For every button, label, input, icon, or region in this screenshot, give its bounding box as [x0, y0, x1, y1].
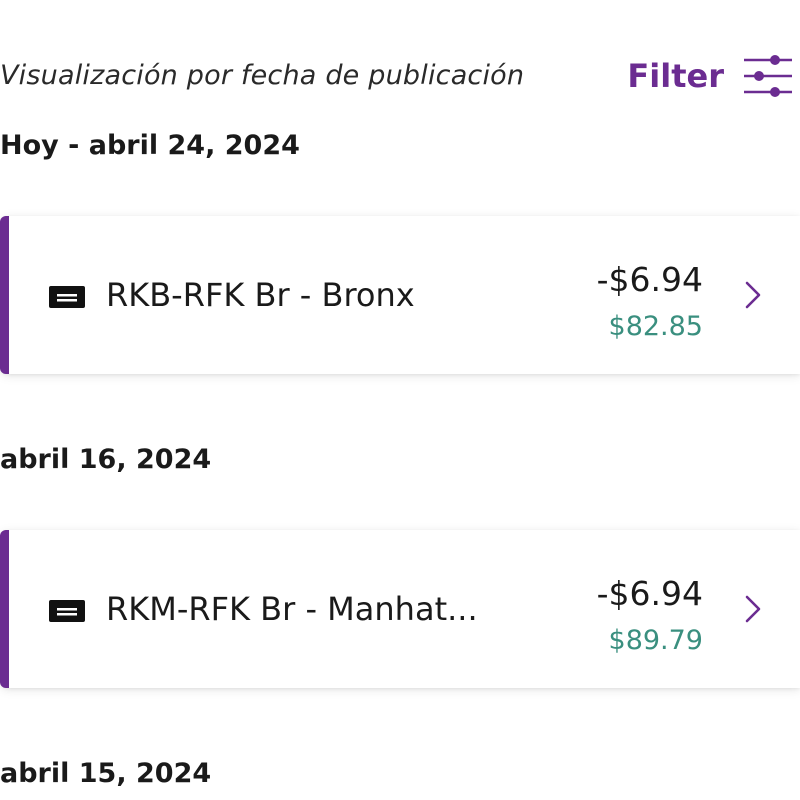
list-toolbar: Visualización por fecha de publicación F…	[0, 52, 800, 102]
date-header: abril 16, 2024	[0, 444, 212, 475]
transaction-title: RKB-RFK Br - Bronx	[106, 276, 415, 314]
transaction-card[interactable]: RKB-RFK Br - Bronx -$6.94 $82.85	[0, 216, 800, 374]
transaction-history-page: Visualización por fecha de publicación F…	[0, 0, 800, 800]
transaction-title: RKM-RFK Br - Manhat...	[106, 590, 478, 628]
filter-button[interactable]: Filter	[627, 52, 794, 100]
chevron-right-icon	[745, 281, 761, 309]
card-icon	[49, 286, 85, 308]
date-header: Hoy - abril 24, 2024	[0, 130, 300, 161]
view-mode-label: Visualización por fecha de publicación	[0, 60, 525, 91]
sliders-icon	[744, 55, 792, 97]
transaction-balance: $82.85	[608, 311, 703, 342]
transaction-card[interactable]: RKM-RFK Br - Manhat... -$6.94 $89.79	[0, 530, 800, 688]
chevron-right-icon	[745, 595, 761, 623]
transaction-balance: $89.79	[608, 625, 703, 656]
filter-label: Filter	[627, 57, 724, 95]
card-icon	[49, 600, 85, 622]
date-header: abril 15, 2024	[0, 758, 212, 789]
transaction-amount: -$6.94	[596, 574, 703, 613]
transaction-amount: -$6.94	[596, 260, 703, 299]
